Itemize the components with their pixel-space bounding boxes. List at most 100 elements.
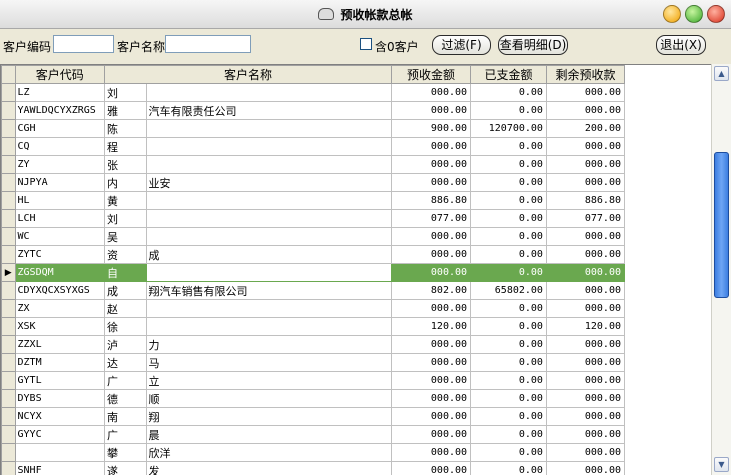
row-indicator[interactable] bbox=[1, 389, 16, 408]
table-row[interactable]: ZYTC 资成 000.00 0.00 000.00 bbox=[1, 245, 626, 264]
table-row[interactable]: XSK 徐 120.00 0.00 120.00 bbox=[1, 317, 626, 336]
cell-customer-code: GYTL bbox=[14, 371, 105, 390]
cell-name-first: 自 bbox=[103, 263, 147, 282]
table-row[interactable]: ▶ ZGSDQM 自达汽贸 000.00 0.00 000.00 bbox=[1, 263, 626, 282]
cell-prepaid: 120.00 bbox=[390, 317, 472, 336]
cell-name-first: 攀 bbox=[103, 443, 147, 462]
cell-customer-code: DZTM bbox=[14, 353, 105, 372]
row-indicator[interactable] bbox=[1, 227, 16, 246]
cell-customer-code: DYBS bbox=[14, 389, 105, 408]
cell-name-rest bbox=[145, 227, 393, 246]
row-indicator[interactable] bbox=[1, 209, 16, 228]
table-row[interactable]: HL 黄 886.80 0.00 886.80 bbox=[1, 191, 626, 210]
table-row[interactable]: NCYX 南翔 000.00 0.00 000.00 bbox=[1, 407, 626, 426]
cell-customer-code: ZZXL bbox=[14, 335, 105, 354]
cell-name-first: 陈 bbox=[103, 119, 147, 138]
table-row[interactable]: NJPYA 内业安 000.00 0.00 000.00 bbox=[1, 173, 626, 192]
table-row[interactable]: CQ 程 000.00 0.00 000.00 bbox=[1, 137, 626, 156]
cell-name-rest bbox=[145, 317, 393, 336]
cell-name-first: 泸 bbox=[103, 335, 147, 354]
exit-button[interactable]: 退出(X) bbox=[656, 35, 706, 55]
row-indicator[interactable] bbox=[1, 371, 16, 390]
cell-name-first: 南 bbox=[103, 407, 147, 426]
table-row[interactable]: CGH 陈 900.00 120700.00 200.00 bbox=[1, 119, 626, 138]
header-customer-code[interactable]: 客户代码 bbox=[14, 65, 105, 84]
row-indicator[interactable] bbox=[1, 299, 16, 318]
table-row[interactable]: ZZXL 泸力 000.00 0.00 000.00 bbox=[1, 335, 626, 354]
cell-remaining: 000.00 bbox=[545, 83, 626, 102]
customer-name-input[interactable] bbox=[165, 35, 251, 53]
header-customer-name[interactable]: 客户名称 bbox=[103, 65, 393, 84]
table-row[interactable]: LCH 刘 077.00 0.00 077.00 bbox=[1, 209, 626, 228]
cell-paid: 0.00 bbox=[470, 407, 547, 426]
cell-remaining: 000.00 bbox=[545, 227, 626, 246]
table-row[interactable]: DYBS 德顺 000.00 0.00 000.00 bbox=[1, 389, 626, 408]
row-indicator[interactable] bbox=[1, 155, 16, 174]
cell-paid: 0.00 bbox=[470, 173, 547, 192]
scroll-thumb[interactable] bbox=[714, 152, 729, 298]
row-indicator[interactable] bbox=[1, 425, 16, 444]
cell-prepaid: 000.00 bbox=[390, 263, 472, 282]
ledger-grid[interactable]: 客户代码 客户名称 预收金额 已支金额 剩余预收款 LZ 刘 000.00 0.00 0… bbox=[0, 64, 711, 475]
table-row[interactable]: DZTM 达马 000.00 0.00 000.00 bbox=[1, 353, 626, 372]
table-row[interactable]: YAWLDQCYXZRGS 雅汽车有限责任公司 000.00 0.00 000.00 bbox=[1, 101, 626, 120]
cell-remaining: 000.00 bbox=[545, 155, 626, 174]
row-indicator[interactable] bbox=[1, 443, 16, 462]
cell-paid: 0.00 bbox=[470, 461, 547, 475]
table-row[interactable]: WC 吴 000.00 0.00 000.00 bbox=[1, 227, 626, 246]
maximize-button[interactable] bbox=[685, 5, 703, 23]
row-indicator[interactable] bbox=[1, 407, 16, 426]
cell-paid: 0.00 bbox=[470, 155, 547, 174]
minimize-button[interactable] bbox=[663, 5, 681, 23]
row-indicator[interactable] bbox=[1, 461, 16, 475]
include-zero-checkbox[interactable] bbox=[360, 38, 372, 50]
header-prepaid[interactable]: 预收金额 bbox=[390, 65, 472, 84]
row-indicator[interactable] bbox=[1, 83, 16, 102]
row-indicator[interactable] bbox=[1, 191, 16, 210]
scroll-up-icon[interactable]: ▲ bbox=[714, 66, 729, 81]
row-indicator[interactable] bbox=[1, 137, 16, 156]
row-indicator[interactable] bbox=[1, 119, 16, 138]
close-button[interactable] bbox=[707, 5, 725, 23]
table-row[interactable]: SNHF 遂发 000.00 0.00 000.00 bbox=[1, 461, 626, 475]
filter-button[interactable]: 过滤(F) bbox=[432, 35, 491, 55]
table-row[interactable]: ZX 赵 000.00 0.00 000.00 bbox=[1, 299, 626, 318]
table-row[interactable]: GYYC 广晨 000.00 0.00 000.00 bbox=[1, 425, 626, 444]
cell-prepaid: 000.00 bbox=[390, 83, 472, 102]
cell-name-first: 程 bbox=[103, 137, 147, 156]
view-detail-button[interactable]: 查看明细(D) bbox=[498, 35, 568, 55]
header-paid[interactable]: 已支金额 bbox=[470, 65, 547, 84]
cell-remaining: 077.00 bbox=[545, 209, 626, 228]
row-indicator[interactable] bbox=[1, 245, 16, 264]
row-indicator[interactable] bbox=[1, 335, 16, 354]
ledger-table: 客户代码 客户名称 预收金额 已支金额 剩余预收款 LZ 刘 000.00 0.00 0… bbox=[1, 65, 626, 475]
table-row[interactable]: ZY 张 000.00 0.00 000.00 bbox=[1, 155, 626, 174]
current-row-pointer-icon[interactable]: ▶ bbox=[1, 263, 16, 282]
table-row[interactable]: CDYXQCXSYXGS 成翔汽车销售有限公司 802.00 65802.00 000.… bbox=[1, 281, 626, 300]
cell-name-first: 雅 bbox=[103, 101, 147, 120]
scroll-down-icon[interactable]: ▼ bbox=[714, 457, 729, 472]
header-remaining[interactable]: 剩余预收款 bbox=[545, 65, 626, 84]
cell-paid: 0.00 bbox=[470, 209, 547, 228]
row-indicator[interactable] bbox=[1, 101, 16, 120]
cell-customer-code: ZY bbox=[14, 155, 105, 174]
row-indicator[interactable] bbox=[1, 281, 16, 300]
window-title-text: 预收帐款总帐 bbox=[340, 8, 413, 22]
row-indicator[interactable] bbox=[1, 317, 16, 336]
header-row: 客户代码 客户名称 预收金额 已支金额 剩余预收款 bbox=[1, 65, 626, 84]
table-row[interactable]: LZ 刘 000.00 0.00 000.00 bbox=[1, 83, 626, 102]
table-row[interactable]: 攀欣洋 000.00 0.00 000.00 bbox=[1, 443, 626, 462]
row-indicator[interactable] bbox=[1, 353, 16, 372]
cell-name-first: 徐 bbox=[103, 317, 147, 336]
cell-name-rest bbox=[145, 155, 393, 174]
cell-remaining: 000.00 bbox=[545, 335, 626, 354]
cell-name-first: 成 bbox=[103, 281, 147, 300]
row-indicator[interactable] bbox=[1, 173, 16, 192]
cell-paid: 0.00 bbox=[470, 317, 547, 336]
cell-prepaid: 000.00 bbox=[390, 461, 472, 475]
vertical-scrollbar[interactable]: ▲ ▼ bbox=[711, 64, 731, 475]
table-row[interactable]: GYTL 广立 000.00 0.00 000.00 bbox=[1, 371, 626, 390]
cell-name-rest bbox=[145, 119, 393, 138]
customer-code-input[interactable] bbox=[53, 35, 114, 53]
cell-remaining: 000.00 bbox=[545, 263, 626, 282]
